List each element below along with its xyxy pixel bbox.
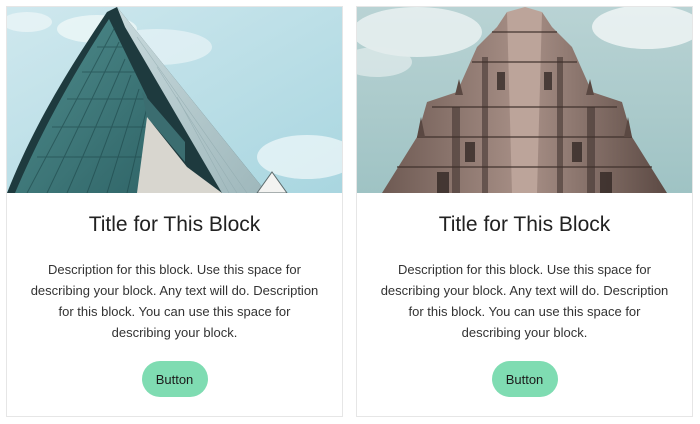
card-title: Title for This Block bbox=[88, 213, 261, 236]
content-card-1: Title for This Block Description for thi… bbox=[6, 6, 343, 417]
card-title: Title for This Block bbox=[438, 213, 611, 236]
content-card-2: Title for This Block Description for thi… bbox=[356, 6, 693, 417]
page: Title for This Block Description for thi… bbox=[0, 0, 700, 424]
card-description: Description for this block. Use this spa… bbox=[380, 262, 669, 340]
card-image-stone-tower bbox=[357, 7, 692, 193]
card-button[interactable]: Button bbox=[141, 361, 208, 397]
card-button[interactable]: Button bbox=[491, 361, 558, 397]
card-description: Description for this block. Use this spa… bbox=[30, 262, 319, 340]
card-image-modern-building bbox=[7, 7, 342, 193]
